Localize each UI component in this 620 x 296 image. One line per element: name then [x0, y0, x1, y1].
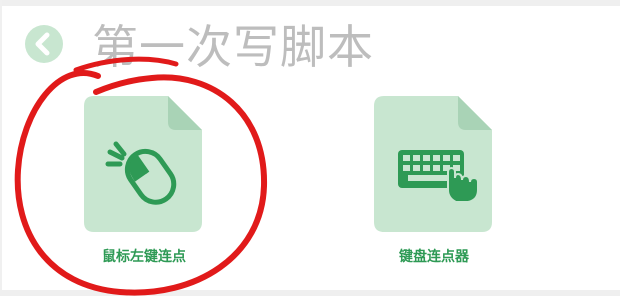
- page-title: 第一次写脚本: [92, 20, 374, 74]
- left-divider: [0, 0, 2, 296]
- back-button[interactable]: [24, 24, 64, 64]
- top-divider: [0, 0, 620, 6]
- chevron-left-icon: [25, 25, 63, 63]
- document-icon: [84, 96, 202, 232]
- mouse-left-click-card[interactable]: 鼠标左键连点: [84, 94, 204, 265]
- bottom-divider: [0, 290, 620, 296]
- card-label: 键盘连点器: [399, 249, 469, 265]
- card-label: 鼠标左键连点: [102, 249, 186, 265]
- script-picker-screen: 第一次写脚本 鼠标左键连点 键盘连点器: [0, 0, 620, 296]
- document-icon: [374, 96, 492, 232]
- keyboard-autoclicker-card[interactable]: 键盘连点器: [374, 94, 494, 265]
